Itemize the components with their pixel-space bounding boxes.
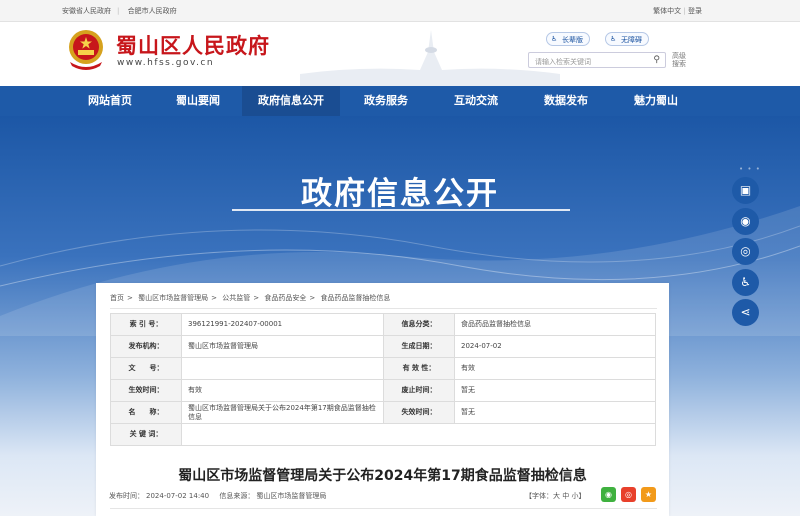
search-placeholder: 请输入检索关键词 xyxy=(535,58,591,66)
table-row: 名 称： 蜀山区市场监督管理局关于公布2024年第17期食品监督抽检信息 失效时间：… xyxy=(110,401,656,424)
top-links: 安徽省人民政府 | 合肥市人民政府 xyxy=(62,6,183,16)
meta-key: 生成日期： xyxy=(383,335,455,358)
table-row: 关 键 词： xyxy=(110,423,656,446)
article-title: 蜀山区市场监督管理局关于公布2024年第17期食品监督抽检信息 xyxy=(178,468,587,484)
link-anhui-gov[interactable]: 安徽省人民政府 xyxy=(62,7,111,15)
divider xyxy=(110,308,657,309)
nav-gov-info[interactable]: 政府信息公开 xyxy=(242,86,340,116)
breadcrumb-item[interactable]: 食品药品监督抽检信息 xyxy=(320,294,390,302)
site-url: www.hfss.gov.cn xyxy=(117,58,215,68)
breadcrumb-item[interactable]: 公共监管 xyxy=(222,294,250,302)
meta-value xyxy=(181,423,656,446)
banner-underline xyxy=(232,209,570,211)
meta-key: 废止时间： xyxy=(383,379,455,402)
source-label: 信息来源： xyxy=(219,492,255,500)
source-value: 蜀山区市场监督管理局 xyxy=(256,492,327,500)
wechat-share-icon[interactable]: ◉ xyxy=(601,487,616,502)
meta-value: 暂无 xyxy=(454,379,656,402)
breadcrumb-separator: > xyxy=(211,294,217,302)
meta-key: 索 引 号： xyxy=(110,313,182,336)
nav-charm[interactable]: 魅力蜀山 xyxy=(612,86,700,116)
info-meta-table: 索 引 号： 396121991-202407-00001 信息分类： 食品药品监督抽… xyxy=(110,313,656,446)
link-hefei-gov[interactable]: 合肥市人民政府 xyxy=(128,7,177,15)
meta-value: 2024-07-02 xyxy=(454,335,656,358)
meta-value: 食品药品监督抽检信息 xyxy=(454,313,656,336)
accessibility-icon: ♿ xyxy=(610,35,617,43)
nav-data[interactable]: 数据发布 xyxy=(522,86,610,116)
font-size-control[interactable]: 【字体：大 中 小】 xyxy=(525,491,585,501)
site-name[interactable]: 蜀山区人民政府 xyxy=(116,30,270,60)
breadcrumb-item[interactable]: 食品药品安全 xyxy=(264,294,306,302)
main-nav: 网站首页 蜀山要闻 政府信息公开 政务服务 互动交流 数据发布 魅力蜀山 xyxy=(0,86,800,116)
content-panel: 首页 > 蜀山区市场监督管理局 > 公共监管 > 食品药品安全 > 食品药品监督抽检信息… xyxy=(96,283,669,516)
top-right-links: 繁体中文 | 登录 xyxy=(653,6,702,16)
publish-label: 发布时间： xyxy=(109,492,144,500)
tv-tower-illustration xyxy=(300,30,560,86)
elderly-mode-label: 长辈版 xyxy=(562,36,583,44)
breadcrumb-separator: > xyxy=(253,294,260,302)
table-row: 文 号： 有 效 性： 有效 xyxy=(110,357,656,380)
traditional-chinese-link[interactable]: 繁体中文 xyxy=(653,7,681,15)
advanced-search-link[interactable]: 高级搜索 xyxy=(672,52,686,68)
meta-key: 名 称： xyxy=(110,401,182,424)
publish-time: 2024-07-02 14:40 xyxy=(146,492,210,500)
search-icon[interactable]: ⚲ xyxy=(653,55,660,65)
favorite-star-icon[interactable]: ★ xyxy=(641,487,656,502)
article-meta: 发布时间： 2024-07-02 14:40 信息来源： 蜀山区市场监督管理局 xyxy=(109,491,328,501)
nav-interaction[interactable]: 互动交流 xyxy=(432,86,520,116)
side-dots: • • • xyxy=(739,165,761,173)
government-icon[interactable]: ▣ xyxy=(732,177,759,204)
breadcrumb-separator: > xyxy=(127,294,133,302)
breadcrumb: 首页 > 蜀山区市场监督管理局 > 公共监管 > 食品药品安全 > 食品药品监督抽检信息 xyxy=(110,293,393,303)
weibo-icon[interactable]: ◎ xyxy=(732,238,759,265)
meta-key: 文 号： xyxy=(110,357,182,380)
meta-key: 信息分类： xyxy=(383,313,455,336)
accessibility-icon[interactable]: ♿ xyxy=(732,269,759,296)
accessible-mode-label: 无障碍 xyxy=(621,36,642,44)
nav-home[interactable]: 网站首页 xyxy=(66,86,154,116)
top-utility-bar: 安徽省人民政府 | 合肥市人民政府 繁体中文 | 登录 xyxy=(0,0,800,22)
meta-key: 失效时间： xyxy=(383,401,455,424)
search-input[interactable]: 请输入检索关键词 ⚲ xyxy=(528,52,666,68)
table-row: 生效时间： 有效 废止时间： 暂无 xyxy=(110,379,656,402)
banner-title: 政府信息公开 xyxy=(301,176,499,212)
meta-value: 蜀山区市场监督管理局关于公布2024年第17期食品监督抽检信息 xyxy=(181,401,384,424)
meta-key: 生效时间： xyxy=(110,379,182,402)
table-row: 发布机构： 蜀山区市场监督管理局 生成日期： 2024-07-02 xyxy=(110,335,656,358)
meta-value xyxy=(181,357,384,380)
meta-key: 有 效 性： xyxy=(383,357,455,380)
divider: | xyxy=(117,7,120,15)
elderly-icon: ♿ xyxy=(551,35,558,43)
accessible-mode-button[interactable]: ♿ 无障碍 xyxy=(605,32,649,46)
breadcrumb-item[interactable]: 蜀山区市场监督管理局 xyxy=(138,294,208,302)
weibo-share-icon[interactable]: ◎ xyxy=(621,487,636,502)
table-row: 索 引 号： 396121991-202407-00001 信息分类： 食品药品监督抽… xyxy=(110,313,656,336)
meta-value: 有效 xyxy=(181,379,384,402)
breadcrumb-home[interactable]: 首页 xyxy=(110,294,124,302)
share-icon[interactable]: ⋖ xyxy=(732,299,759,326)
wechat-icon[interactable]: ◉ xyxy=(732,208,759,235)
breadcrumb-separator: > xyxy=(309,294,316,302)
meta-key: 关 键 词： xyxy=(110,423,182,446)
divider xyxy=(110,508,657,509)
meta-value: 396121991-202407-00001 xyxy=(181,313,384,336)
meta-value: 蜀山区市场监督管理局 xyxy=(181,335,384,358)
site-header: 蜀山区人民政府 www.hfss.gov.cn ♿ 长辈版 ♿ 无障碍 请输入检索关… xyxy=(0,22,800,86)
login-link[interactable]: 登录 xyxy=(688,7,702,15)
meta-value: 有效 xyxy=(454,357,656,380)
national-emblem-icon xyxy=(69,30,103,70)
nav-news[interactable]: 蜀山要闻 xyxy=(154,86,242,116)
nav-services[interactable]: 政务服务 xyxy=(342,86,430,116)
meta-value: 暂无 xyxy=(454,401,656,424)
meta-key: 发布机构： xyxy=(110,335,182,358)
elderly-mode-button[interactable]: ♿ 长辈版 xyxy=(546,32,590,46)
